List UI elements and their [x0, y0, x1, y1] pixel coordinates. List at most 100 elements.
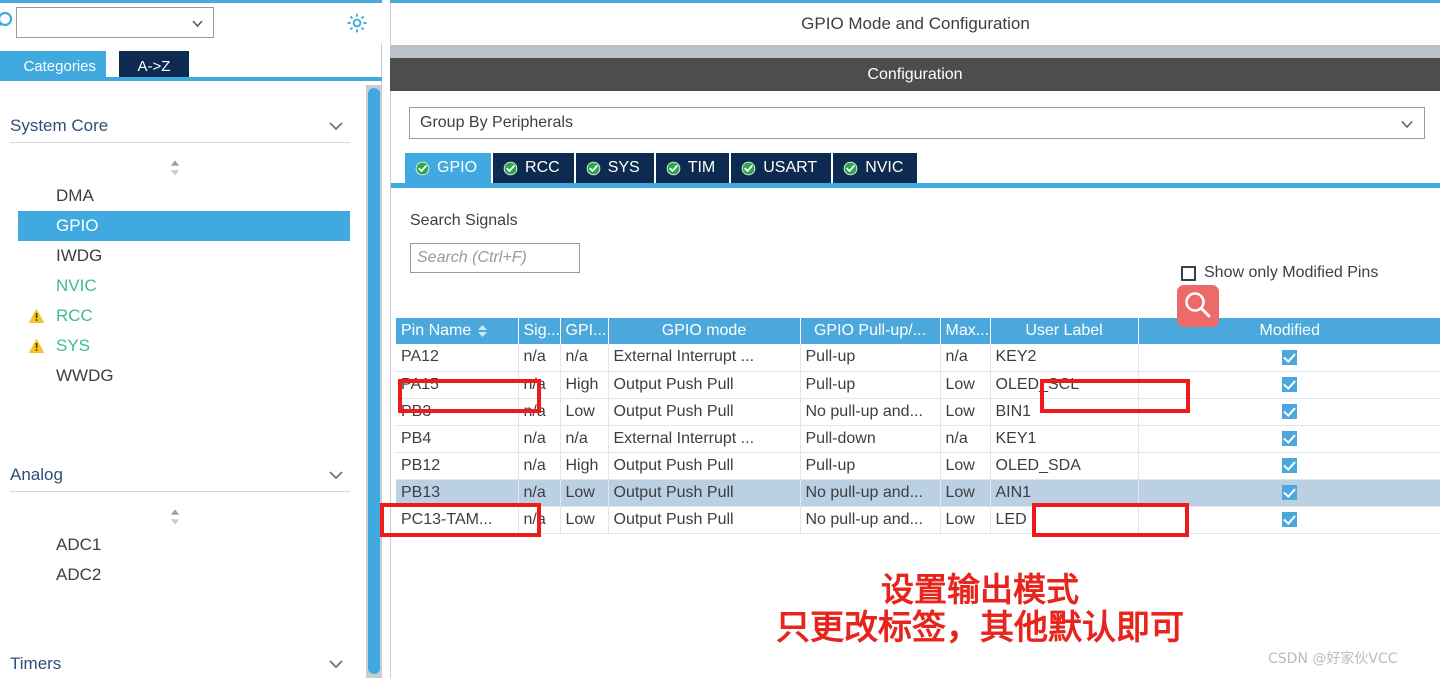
column-header-gpio-mode[interactable]: GPIO mode [608, 318, 801, 344]
cell-signal[interactable]: n/a [518, 398, 561, 426]
sidebar-scrollbar-thumb[interactable] [368, 88, 380, 674]
cell-modified[interactable] [1138, 371, 1440, 399]
cell-pin-name[interactable]: PB4 [396, 425, 519, 453]
cell-gpio-mode[interactable]: Output Push Pull [608, 506, 801, 534]
cell-output-level[interactable]: High [560, 371, 609, 399]
cell-modified[interactable] [1138, 506, 1440, 534]
sidebar-item-sys[interactable]: SYS [18, 331, 350, 361]
configuration-section-header-label: Configuration [867, 65, 963, 83]
cell-pullup[interactable]: Pull-up [800, 371, 941, 399]
cell-user-label[interactable]: LED [990, 506, 1139, 534]
column-header-signal[interactable]: Sig... [518, 318, 561, 344]
sidebar-scroll-spinner-analog[interactable] [166, 508, 184, 526]
cell-signal[interactable]: n/a [518, 479, 561, 507]
cell-max-speed[interactable]: Low [940, 479, 991, 507]
sidebar-item-adc1[interactable]: ADC1 [18, 530, 350, 560]
cell-max-speed[interactable]: n/a [940, 344, 991, 372]
cell-user-label[interactable]: BIN1 [990, 398, 1139, 426]
column-header-user-label[interactable]: User Label [990, 318, 1139, 344]
sidebar-item-rcc[interactable]: RCC [18, 301, 350, 331]
sidebar-group-system-core[interactable]: System Core [10, 109, 350, 143]
cell-user-label[interactable]: KEY1 [990, 425, 1139, 453]
tab-nvic[interactable]: NVIC [833, 153, 918, 183]
cell-modified[interactable] [1138, 398, 1440, 426]
sidebar-item-dma[interactable]: DMA [18, 181, 350, 211]
cell-gpio-mode[interactable]: External Interrupt ... [608, 344, 801, 372]
cell-pullup[interactable]: No pull-up and... [800, 506, 941, 534]
cell-modified[interactable] [1138, 425, 1440, 453]
cell-gpio-mode[interactable]: Output Push Pull [608, 398, 801, 426]
cell-gpio-mode[interactable]: External Interrupt ... [608, 425, 801, 453]
check-circle-icon [666, 161, 681, 176]
cell-pullup[interactable]: No pull-up and... [800, 479, 941, 507]
column-header-max-speed[interactable]: Max... [940, 318, 991, 344]
cell-modified[interactable] [1138, 344, 1440, 372]
tab-usart-label: USART [763, 159, 818, 176]
table-row[interactable]: PB12 n/a High Output Push Pull Pull-up L… [396, 452, 1440, 480]
sidebar-item-wwdg[interactable]: WWDG [18, 361, 350, 391]
cell-signal[interactable]: n/a [518, 452, 561, 480]
cell-max-speed[interactable]: Low [940, 371, 991, 399]
cell-output-level[interactable]: Low [560, 398, 609, 426]
cell-user-label[interactable]: KEY2 [990, 344, 1139, 372]
cell-pin-name[interactable]: PB13 [396, 479, 519, 507]
tab-tim[interactable]: TIM [655, 153, 730, 183]
cell-user-label[interactable]: OLED_SCL [990, 371, 1139, 399]
cell-pin-name[interactable]: PA12 [396, 344, 519, 372]
cell-output-level[interactable]: High [560, 452, 609, 480]
column-header-gpio-output-level[interactable]: GPI... [560, 318, 609, 344]
sidebar-group-analog[interactable]: Analog [10, 458, 350, 492]
cell-gpio-mode[interactable]: Output Push Pull [608, 479, 801, 507]
cell-pin-name[interactable]: PB3 [396, 398, 519, 426]
search-input[interactable]: Search (Ctrl+F) [410, 243, 580, 273]
gear-icon[interactable] [345, 11, 369, 35]
tab-gpio[interactable]: GPIO [405, 153, 492, 183]
sidebar-item-sys-label: SYS [56, 336, 91, 355]
cell-output-level[interactable]: Low [560, 506, 609, 534]
sidebar-search-combo[interactable] [16, 7, 214, 38]
tab-usart[interactable]: USART [731, 153, 832, 183]
group-by-select[interactable]: Group By Peripherals [409, 107, 1425, 139]
cell-output-level[interactable]: n/a [560, 425, 609, 453]
table-row[interactable]: PA12 n/a n/a External Interrupt ... Pull… [396, 344, 1440, 372]
column-header-gpio-pullup[interactable]: GPIO Pull-up/... [800, 318, 941, 344]
sidebar-item-nvic[interactable]: NVIC [18, 271, 350, 301]
sidebar-group-timers[interactable]: Timers [10, 647, 350, 678]
cell-signal[interactable]: n/a [518, 506, 561, 534]
table-row[interactable]: PB4 n/a n/a External Interrupt ... Pull-… [396, 425, 1440, 453]
cell-user-label[interactable]: OLED_SDA [990, 452, 1139, 480]
table-row[interactable]: PB13 n/a Low Output Push Pull No pull-up… [396, 479, 1440, 507]
cell-pullup[interactable]: No pull-up and... [800, 398, 941, 426]
cell-max-speed[interactable]: Low [940, 506, 991, 534]
cell-signal[interactable]: n/a [518, 371, 561, 399]
cell-pin-name[interactable]: PA15 [396, 371, 519, 399]
cell-max-speed[interactable]: n/a [940, 425, 991, 453]
cell-pullup[interactable]: Pull-up [800, 452, 941, 480]
cell-pullup[interactable]: Pull-up [800, 344, 941, 372]
cell-gpio-mode[interactable]: Output Push Pull [608, 371, 801, 399]
table-row[interactable]: PB3 n/a Low Output Push Pull No pull-up … [396, 398, 1440, 426]
table-row[interactable]: PA15 n/a High Output Push Pull Pull-up L… [396, 371, 1440, 399]
cell-modified[interactable] [1138, 452, 1440, 480]
sidebar-item-adc2[interactable]: ADC2 [18, 560, 350, 590]
sidebar-item-iwdg[interactable]: IWDG [18, 241, 350, 271]
tab-rcc[interactable]: RCC [493, 153, 574, 183]
cell-pullup[interactable]: Pull-down [800, 425, 941, 453]
cell-modified[interactable] [1138, 479, 1440, 507]
cell-output-level[interactable]: Low [560, 479, 609, 507]
cell-pin-name[interactable]: PB12 [396, 452, 519, 480]
tab-sys[interactable]: SYS [575, 153, 654, 183]
cell-signal[interactable]: n/a [518, 344, 561, 372]
table-row[interactable]: PC13-TAM... n/a Low Output Push Pull No … [396, 506, 1440, 534]
sidebar-item-gpio[interactable]: GPIO [18, 211, 350, 241]
cell-gpio-mode[interactable]: Output Push Pull [608, 452, 801, 480]
cell-pin-name[interactable]: PC13-TAM... [396, 506, 519, 534]
cell-max-speed[interactable]: Low [940, 452, 991, 480]
column-header-pin-name[interactable]: Pin Name [396, 318, 519, 344]
cell-user-label[interactable]: AIN1 [990, 479, 1139, 507]
show-only-modified-pins-checkbox[interactable]: Show only Modified Pins [1181, 264, 1378, 282]
cell-max-speed[interactable]: Low [940, 398, 991, 426]
sidebar-scroll-spinner-system-core[interactable] [166, 159, 184, 177]
cell-signal[interactable]: n/a [518, 425, 561, 453]
cell-output-level[interactable]: n/a [560, 344, 609, 372]
